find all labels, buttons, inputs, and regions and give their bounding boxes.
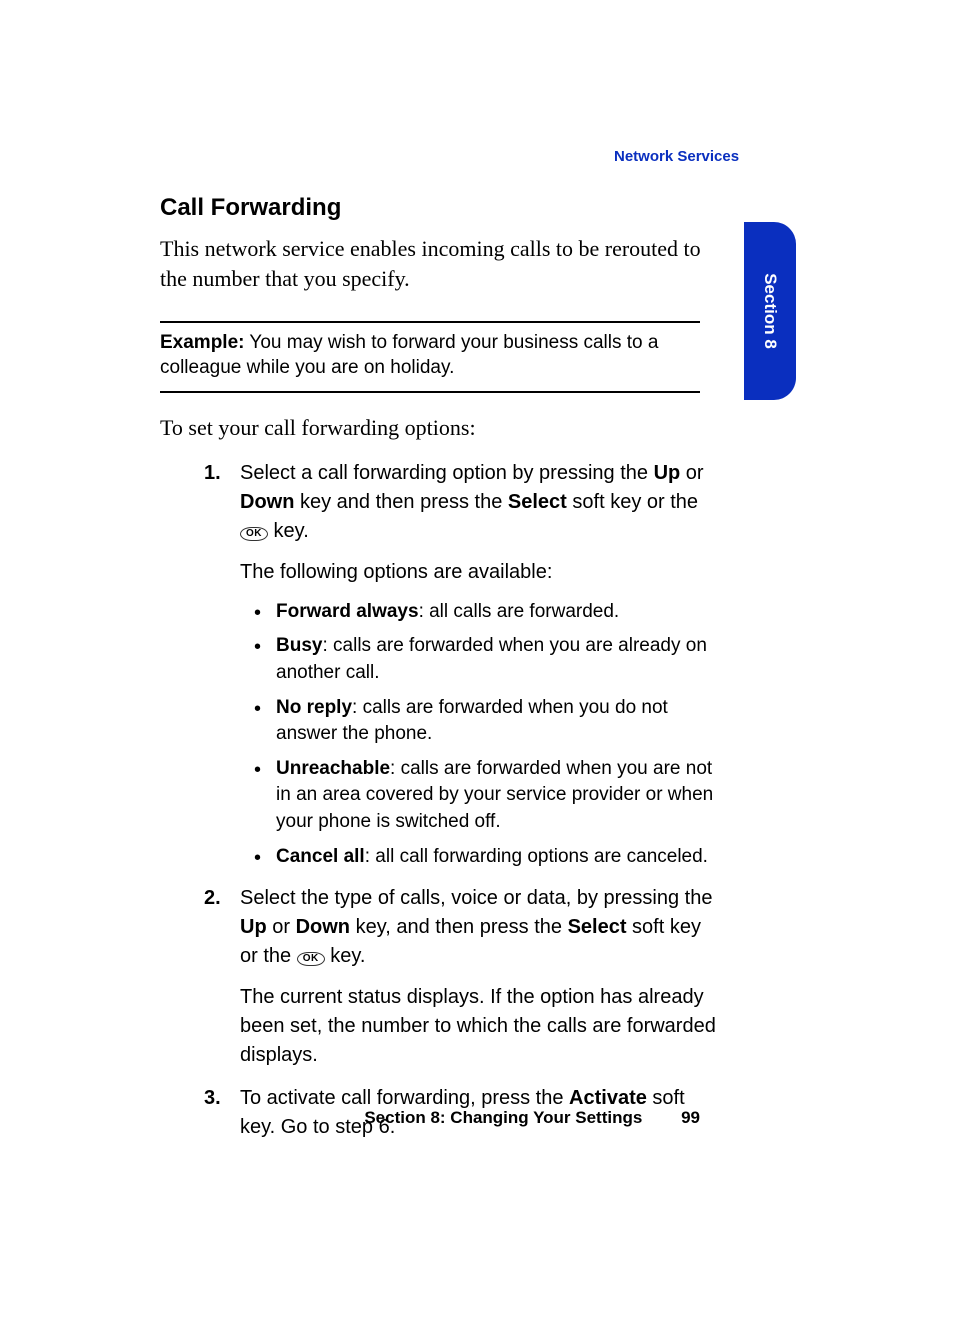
footer-section: Section 8: Changing Your Settings <box>364 1108 642 1127</box>
options-list: Forward always: all calls are forwarded.… <box>240 599 720 870</box>
option-cancel-all: Cancel all: all call forwarding options … <box>240 844 720 871</box>
option-forward-always: Forward always: all calls are forwarded. <box>240 599 720 626</box>
example-block: Example: You may wish to forward your bu… <box>160 321 700 392</box>
option-no-reply: No reply: calls are forwarded when you d… <box>240 695 720 748</box>
page-title: Call Forwarding <box>160 194 720 222</box>
footer-page-number: 99 <box>681 1108 700 1128</box>
ok-key-icon: OK <box>297 952 325 966</box>
section-tab-label: Section 8 <box>760 273 780 349</box>
section-tab: Section 8 <box>744 222 796 400</box>
page-footer: Section 8: Changing Your Settings 99 <box>160 1108 700 1128</box>
example-label: Example: <box>160 332 244 353</box>
step-1-available: The following options are available: <box>240 558 720 587</box>
step-2-status: The current status displays. If the opti… <box>240 983 720 1070</box>
lead-text: To set your call forwarding options: <box>160 415 720 441</box>
option-busy: Busy: calls are forwarded when you are a… <box>240 633 720 686</box>
option-unreachable: Unreachable: calls are forwarded when yo… <box>240 756 720 836</box>
step-2-text: Select the type of calls, voice or data,… <box>240 884 720 971</box>
ok-key-icon: OK <box>240 527 268 541</box>
step-1: Select a call forwarding option by press… <box>160 459 720 870</box>
step-1-text: Select a call forwarding option by press… <box>240 459 720 546</box>
steps-list: Select a call forwarding option by press… <box>160 459 720 1142</box>
page-content: Call Forwarding This network service ena… <box>160 146 720 1156</box>
intro-text: This network service enables incoming ca… <box>160 234 720 293</box>
step-2: Select the type of calls, voice or data,… <box>160 884 720 1070</box>
